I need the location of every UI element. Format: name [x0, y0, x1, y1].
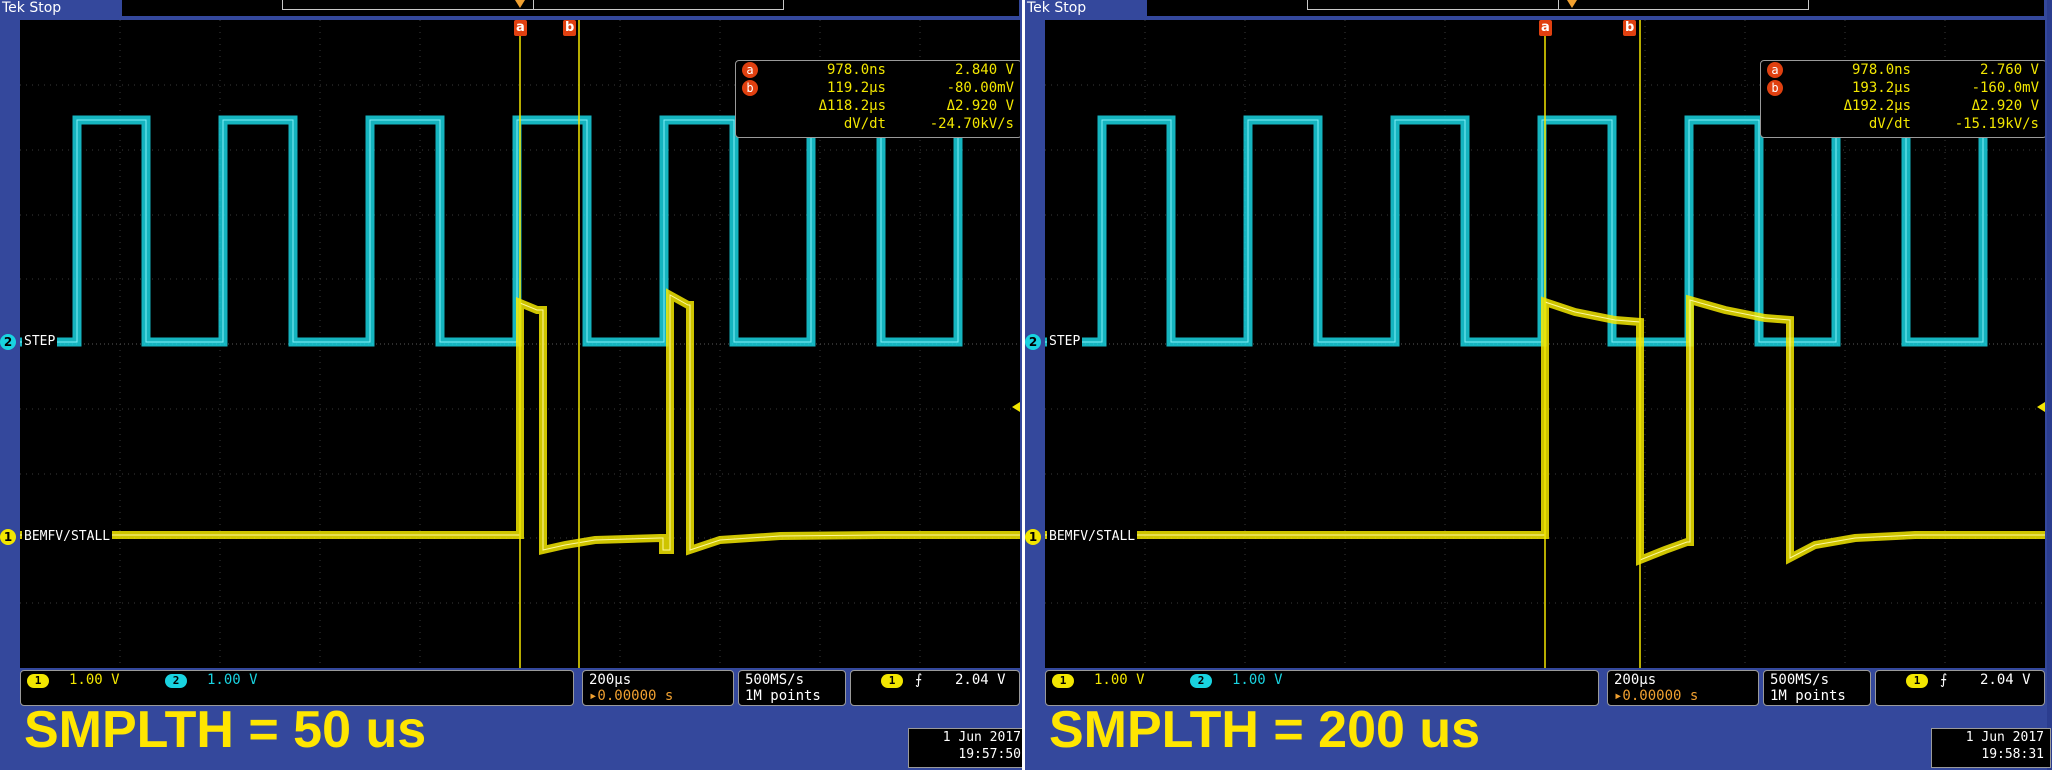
- ch2-waveform-label: STEP: [22, 334, 58, 350]
- cursor-a-marker[interactable]: a: [514, 20, 527, 36]
- cursor-a-icon: a: [742, 62, 758, 78]
- cursor-a-marker[interactable]: a: [1539, 20, 1552, 36]
- caption: SMPLTH = 50 us: [24, 701, 427, 759]
- cursor-a-icon: a: [1767, 62, 1783, 78]
- cursor-readout-panel: a 978.0ns 2.760 V b 193.2µs -160.0mV Δ192.2µ…: [1760, 60, 2045, 138]
- acquisition-panel[interactable]: 500MS/s 1M points: [738, 670, 846, 706]
- top-status-bar: Tek Stop: [0, 0, 1022, 18]
- time: 19:58:31: [1981, 747, 2044, 762]
- rising-edge-icon: ⨍: [915, 672, 923, 688]
- sample-rate: 500MS/s: [745, 672, 805, 688]
- acquisition-status: Tek Stop: [1027, 0, 1087, 16]
- trigger-level: 2.04 V: [955, 672, 1006, 688]
- time: 19:57:50: [958, 747, 1021, 762]
- timestamp: 1 Jun 2017 19:57:50: [908, 728, 1028, 768]
- record-window[interactable]: [282, 0, 784, 10]
- ch1-waveform-label: BEMFV/STALL: [1047, 529, 1138, 545]
- ch2-badge: 2: [1190, 674, 1212, 688]
- ch1-ground-marker[interactable]: 1: [1025, 529, 1041, 545]
- acquisition-status: Tek Stop: [2, 0, 62, 16]
- cursor-b-marker[interactable]: b: [563, 20, 577, 36]
- trigger-panel[interactable]: 1 ⨍ 2.04 V: [850, 670, 1020, 706]
- waveform-display[interactable]: a 978.0ns 2.760 V b 193.2µs -160.0mV Δ192.2µ…: [1045, 20, 2045, 668]
- ch1-scale: 1.00 V: [1094, 672, 1145, 688]
- record-length: 1M points: [745, 688, 821, 704]
- sample-rate: 500MS/s: [1770, 672, 1830, 688]
- cursor-readout-panel: a 978.0ns 2.840 V b 119.2µs -80.00mV Δ118.2µ…: [735, 60, 1020, 138]
- waveform-display[interactable]: a 978.0ns 2.840 V b 119.2µs -80.00mV Δ118.2µ…: [20, 20, 1020, 668]
- ch2-waveform-label: STEP: [1047, 334, 1083, 350]
- ch1-waveform-label: BEMFV/STALL: [22, 529, 113, 545]
- timebase-value: 200µs: [1614, 672, 1657, 688]
- timebase-panel[interactable]: 200µs ▸0.00000 s: [582, 670, 734, 706]
- acquisition-panel[interactable]: 500MS/s 1M points: [1763, 670, 1871, 706]
- ch2-ground-marker[interactable]: 2: [1025, 334, 1041, 350]
- scope-screenshot-left: Tek Stop a 978.0ns 2.840 V b 119.2µs -80…: [0, 0, 1028, 770]
- timestamp: 1 Jun 2017 19:58:31: [1931, 728, 2051, 768]
- rising-edge-icon: ⨍: [1940, 672, 1948, 688]
- record-length: 1M points: [1770, 688, 1846, 704]
- ch2-ground-marker[interactable]: 2: [0, 334, 16, 350]
- ch1-badge: 1: [27, 674, 49, 688]
- ch1-ground-marker[interactable]: 1: [0, 529, 16, 545]
- trigger-level: 2.04 V: [1980, 672, 2031, 688]
- ch2-badge: 2: [165, 674, 187, 688]
- trigger-position-marker-icon[interactable]: [515, 0, 525, 8]
- trigger-source-badge: 1: [881, 674, 903, 688]
- trigger-position: ▸0.00000 s: [1614, 688, 1699, 704]
- trigger-panel[interactable]: 1 ⨍ 2.04 V: [1875, 670, 2045, 706]
- cursor-b-marker[interactable]: b: [1623, 20, 1637, 36]
- caption: SMPLTH = 200 us: [1049, 701, 1481, 759]
- ch2-scale: 1.00 V: [207, 672, 258, 688]
- top-status-bar: Tek Stop: [1025, 0, 2047, 18]
- trigger-level-marker-icon[interactable]: [2037, 402, 2045, 412]
- timebase-value: 200µs: [589, 672, 632, 688]
- cursor-b-icon: b: [1767, 80, 1783, 96]
- cursor-b-icon: b: [742, 80, 758, 96]
- record-view-bar[interactable]: [1147, 0, 2044, 16]
- ch1-scale: 1.00 V: [69, 672, 120, 688]
- scope-screenshot-right: Tek Stop a 978.0ns 2.760 V b 193.2µs -16…: [1025, 0, 2051, 770]
- date: 1 Jun 2017: [1965, 730, 2044, 745]
- trigger-position-marker-icon[interactable]: [1567, 0, 1577, 8]
- date: 1 Jun 2017: [942, 730, 1021, 745]
- ch1-badge: 1: [1052, 674, 1074, 688]
- ch2-scale: 1.00 V: [1232, 672, 1283, 688]
- record-window[interactable]: [1307, 0, 1809, 10]
- trigger-source-badge: 1: [1906, 674, 1928, 688]
- trigger-position: ▸0.00000 s: [589, 688, 674, 704]
- record-view-bar[interactable]: [122, 0, 1019, 16]
- trigger-level-marker-icon[interactable]: [1012, 402, 1020, 412]
- timebase-panel[interactable]: 200µs ▸0.00000 s: [1607, 670, 1759, 706]
